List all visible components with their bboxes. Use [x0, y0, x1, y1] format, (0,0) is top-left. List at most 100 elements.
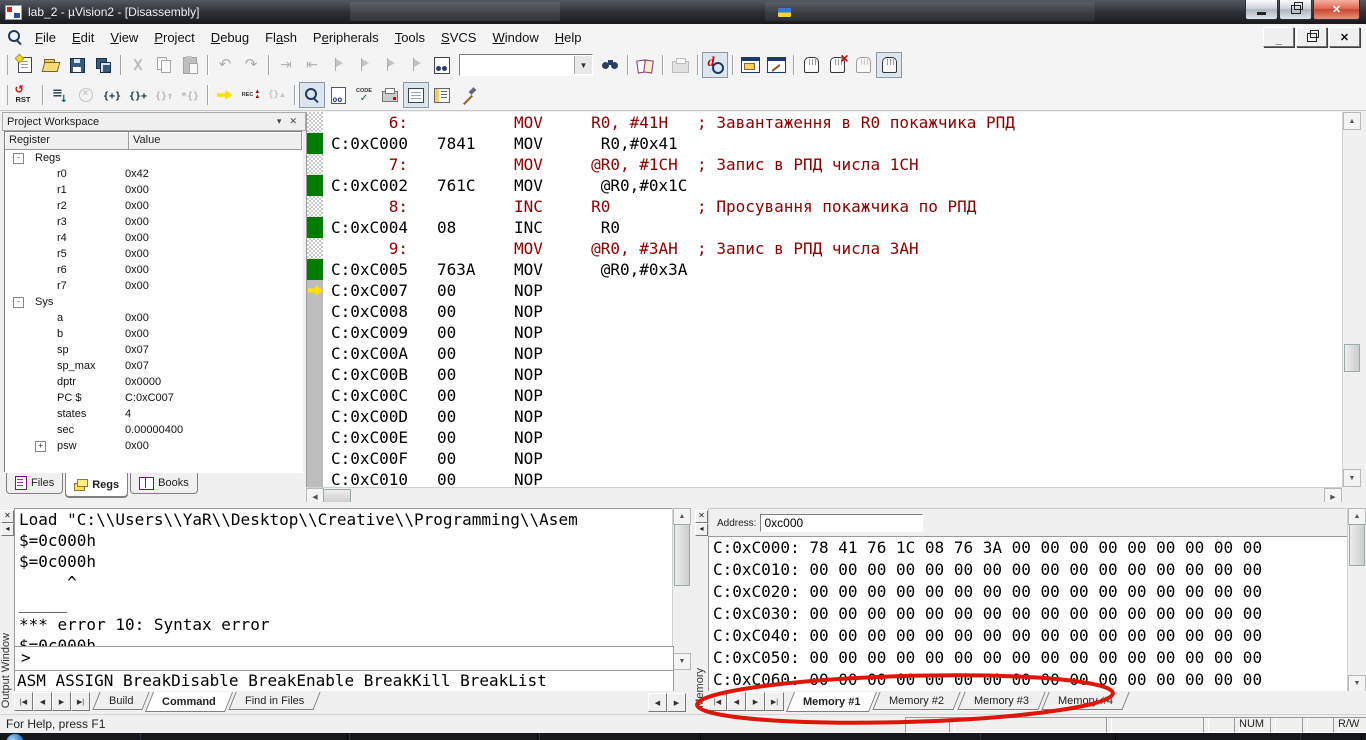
save-button[interactable] [64, 52, 90, 78]
disassembly-line[interactable]: C:0xC00A 00 NOP [307, 343, 1343, 364]
tab-command[interactable]: Command [145, 692, 233, 712]
register-row-r5[interactable]: r50x00 [5, 246, 302, 262]
menu-edit[interactable]: Edit [64, 27, 102, 48]
memory-pin-icon[interactable]: ◂ [695, 523, 708, 536]
mdi-minimize-button[interactable]: _ [1263, 27, 1294, 47]
tab-regs[interactable]: Regs [65, 473, 128, 497]
disassembly-line[interactable]: C:0xC005 763A MOV @R0,#0x3A [307, 259, 1343, 280]
disassembly-vscrollbar[interactable]: ▲ ▼ [1342, 112, 1360, 487]
memory-hex-view[interactable]: C:0xC000: 78 41 76 1C 08 76 3A 00 00 00 … [708, 536, 1348, 692]
menu-project[interactable]: Project [146, 27, 202, 48]
taskbar-button[interactable] [140, 733, 348, 740]
tab-first-icon[interactable]: |◀ [708, 692, 727, 711]
find-input[interactable] [460, 57, 574, 73]
tab-memory-#4[interactable]: Memory #4 [1041, 692, 1129, 710]
watch-window-button[interactable] [325, 82, 351, 108]
scroll-thumb[interactable] [1344, 344, 1360, 372]
tab-files[interactable]: Files [6, 473, 63, 494]
register-row-r0[interactable]: r00x42 [5, 166, 302, 182]
toggle-breakpoint-button[interactable] [798, 52, 824, 78]
scroll-up-icon[interactable]: ▲ [1343, 112, 1361, 130]
step-over-button[interactable] [125, 82, 151, 108]
tab-last-icon[interactable]: ▶| [765, 692, 784, 711]
tab-prev-icon[interactable]: ◀ [727, 692, 746, 711]
menu-svcs[interactable]: SVCS [433, 27, 484, 48]
disassembly-line[interactable]: C:0xC004 08 INC R0 [307, 217, 1343, 238]
taskbar-tray[interactable] [1300, 733, 1362, 740]
tab-next-icon[interactable]: ▶ [52, 692, 71, 711]
register-row-a[interactable]: a0x00 [5, 310, 302, 326]
menu-debug[interactable]: Debug [203, 27, 257, 48]
taskbar-button[interactable] [539, 733, 701, 740]
register-row-pc-[interactable]: PC $C:0xC007 [5, 390, 302, 406]
scroll-down-icon[interactable]: ▼ [673, 653, 691, 670]
find-in-files-button[interactable] [429, 52, 455, 78]
code-coverage-button[interactable] [351, 82, 377, 108]
disassembly-line[interactable]: 7: MOV @R0, #1CH ; Запис в РПД числа 1CH [307, 154, 1343, 175]
scroll-left-icon[interactable]: ◀ [648, 693, 667, 712]
tab-memory-#1[interactable]: Memory #1 [786, 692, 878, 712]
register-row-r3[interactable]: r30x00 [5, 214, 302, 230]
run-button[interactable] [47, 82, 73, 108]
trace-records-button[interactable] [238, 82, 264, 108]
disassembly-line[interactable]: 8: INC R0 ; Просування покажчика по РПД [307, 196, 1343, 217]
register-row-r2[interactable]: r20x00 [5, 198, 302, 214]
show-next-statement-button[interactable] [212, 82, 238, 108]
scroll-up-icon[interactable]: ▲ [1348, 508, 1366, 525]
toolbox-button[interactable] [455, 82, 481, 108]
start-stop-debug-button[interactable] [702, 52, 728, 78]
memory-window-button[interactable] [403, 82, 429, 108]
tab-memory-#2[interactable]: Memory #2 [873, 692, 961, 710]
panel-menu-icon[interactable]: ▾ [273, 116, 286, 127]
tab-last-icon[interactable]: ▶| [71, 692, 90, 711]
disassembly-window-button[interactable] [299, 82, 325, 108]
panel-close-icon[interactable]: ✕ [285, 116, 301, 127]
value-column-header[interactable]: Value [129, 132, 302, 150]
mdi-restore-button[interactable] [1296, 27, 1327, 47]
find-button[interactable] [597, 52, 623, 78]
disassembly-line[interactable]: C:0xC00E 00 NOP [307, 427, 1343, 448]
menu-file[interactable]: File [27, 27, 64, 48]
output-close-icon[interactable]: ✕ [1, 510, 14, 523]
address-input[interactable] [760, 514, 923, 532]
register-column-header[interactable]: Register [5, 132, 129, 150]
memory-vscrollbar[interactable]: ▲ ▼ [1347, 508, 1365, 692]
new-file-button[interactable] [12, 52, 38, 78]
menu-help[interactable]: Help [547, 27, 590, 48]
taskbar-button[interactable] [980, 733, 1116, 740]
disassembly-line[interactable]: C:0xC00F 00 NOP [307, 448, 1343, 469]
build-target-button[interactable] [763, 52, 789, 78]
command-prompt[interactable]: > [14, 646, 674, 672]
mdi-close-button[interactable]: ✕ [1329, 27, 1360, 47]
tab-find-in-files[interactable]: Find in Files [229, 692, 322, 710]
scroll-down-icon[interactable]: ▼ [1348, 675, 1366, 692]
expand-icon[interactable]: + [35, 441, 46, 452]
symbol-window-button[interactable] [429, 82, 455, 108]
menu-window[interactable]: Window [484, 27, 546, 48]
register-row-r4[interactable]: r40x00 [5, 230, 302, 246]
reset-cpu-button[interactable] [12, 82, 38, 108]
step-into-button[interactable] [99, 82, 125, 108]
register-row-r7[interactable]: r70x00 [5, 278, 302, 294]
disassembly-line[interactable]: C:0xC00D 00 NOP [307, 406, 1343, 427]
help-books-button[interactable] [632, 52, 658, 78]
disassembly-line[interactable]: C:0xC00B 00 NOP [307, 364, 1343, 385]
register-row-sp-max[interactable]: sp_max0x07 [5, 358, 302, 374]
disassembly-line[interactable]: C:0xC000 7841 MOV R0,#0x41 [307, 133, 1343, 154]
output-vscrollbar[interactable]: ▲ ▼ [672, 508, 690, 670]
performance-analyzer-button[interactable] [377, 82, 403, 108]
command-output-text[interactable]: Load "C:\\Users\\YaR\\Desktop\\Creative\… [14, 508, 674, 648]
tab-memory-#3[interactable]: Memory #3 [957, 692, 1045, 710]
disassembly-line[interactable]: 6: MOV R0, #41H ; Завантаження в R0 пока… [307, 112, 1343, 133]
scroll-down-icon[interactable]: ▼ [1343, 469, 1361, 487]
register-row-dptr[interactable]: dptr0x0000 [5, 374, 302, 390]
disassembly-line[interactable]: C:0xC007 00 NOP [307, 280, 1343, 301]
toolbar-grip[interactable] [2, 55, 8, 75]
register-row-regs[interactable]: -Regs [5, 150, 302, 166]
scroll-right-icon[interactable]: ▶ [667, 693, 686, 712]
register-row-sys[interactable]: -Sys [5, 294, 302, 310]
toolbar-grip[interactable] [2, 85, 8, 105]
save-all-button[interactable] [90, 52, 116, 78]
disassembly-line[interactable]: 9: MOV @R0, #3AH ; Запис в РПД числа 3AH [307, 238, 1343, 259]
register-row-b[interactable]: b0x00 [5, 326, 302, 342]
